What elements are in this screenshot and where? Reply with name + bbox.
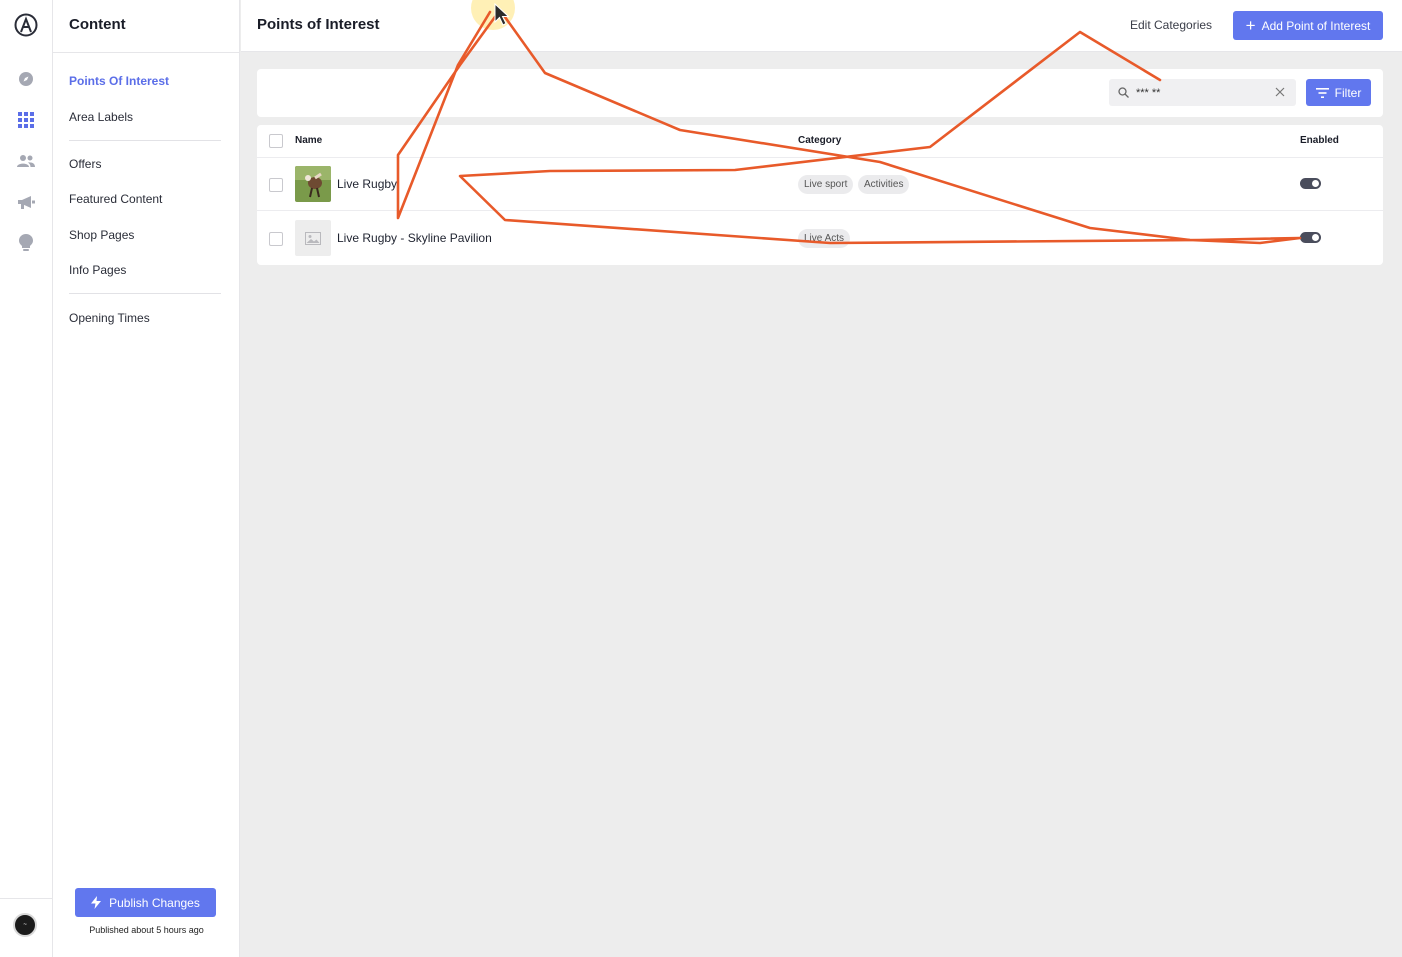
rail-divider <box>0 898 53 899</box>
plus-icon: + <box>1245 16 1256 35</box>
nav-item-info-pages[interactable]: Info Pages <box>69 263 126 277</box>
lightbulb-icon[interactable] <box>15 232 37 254</box>
megaphone-icon[interactable] <box>15 191 37 213</box>
publish-changes-button[interactable]: Publish Changes <box>75 888 216 917</box>
nav-item-points-of-interest[interactable]: Points Of Interest <box>69 74 169 88</box>
nav-item-shop-pages[interactable]: Shop Pages <box>69 228 134 242</box>
table-row[interactable]: Live Rugby Live sport Activities <box>257 158 1383 211</box>
avatar[interactable]: ~ <box>13 913 37 937</box>
toggle-knob <box>1312 234 1319 241</box>
add-point-of-interest-label: Add Point of Interest <box>1261 18 1371 33</box>
category-chip: Live sport <box>798 175 854 194</box>
enabled-toggle[interactable] <box>1300 178 1321 189</box>
table-row[interactable]: Live Rugby - Skyline Pavilion Live Acts <box>257 212 1383 265</box>
filter-button[interactable]: Filter <box>1306 79 1371 106</box>
content-nav-panel: Content Points Of Interest Area Labels O… <box>53 0 240 957</box>
nav-item-area-labels[interactable]: Area Labels <box>69 110 133 124</box>
category-chip: Live Acts <box>798 229 851 248</box>
compass-icon[interactable] <box>15 68 37 90</box>
search-toolbar: Filter <box>257 69 1383 117</box>
column-header-name[interactable]: Name <box>295 135 322 146</box>
nav-item-offers[interactable]: Offers <box>69 157 101 171</box>
placeholder-image-icon <box>295 220 331 256</box>
search-input[interactable] <box>1136 84 1266 101</box>
lightning-icon <box>91 896 102 909</box>
icon-rail: ~ <box>0 0 53 957</box>
page-header: Points of Interest Edit Categories + Add… <box>241 0 1402 52</box>
row-checkbox[interactable] <box>269 178 283 192</box>
panel-title: Content <box>69 16 126 33</box>
page-title: Points of Interest <box>257 16 380 33</box>
nav-divider <box>69 293 221 294</box>
search-box <box>1109 79 1296 106</box>
nav-item-opening-times[interactable]: Opening Times <box>69 311 150 325</box>
row-thumbnail <box>295 166 331 202</box>
grid-icon[interactable] <box>15 109 37 131</box>
filter-icon <box>1315 87 1329 98</box>
filter-label: Filter <box>1334 85 1362 100</box>
row-name[interactable]: Live Rugby <box>337 177 397 191</box>
publish-changes-label: Publish Changes <box>109 895 200 910</box>
published-status: Published about 5 hours ago <box>89 925 204 935</box>
toggle-knob <box>1312 180 1319 187</box>
column-header-category[interactable]: Category <box>798 135 841 146</box>
clear-search-icon[interactable] <box>1274 86 1286 98</box>
row-name[interactable]: Live Rugby - Skyline Pavilion <box>337 231 492 245</box>
row-checkbox[interactable] <box>269 232 283 246</box>
add-point-of-interest-button[interactable]: + Add Point of Interest <box>1233 11 1383 40</box>
nav-item-featured-content[interactable]: Featured Content <box>69 192 162 206</box>
search-icon <box>1118 87 1129 98</box>
nav-divider <box>69 140 221 141</box>
edit-categories-link[interactable]: Edit Categories <box>1130 18 1212 32</box>
table-header: Name Category Enabled <box>257 125 1383 158</box>
column-header-enabled[interactable]: Enabled <box>1300 135 1339 146</box>
points-of-interest-table: Name Category Enabled Live Rugby Live sp… <box>257 125 1383 265</box>
select-all-checkbox[interactable] <box>269 134 283 148</box>
category-chip: Activities <box>858 175 910 194</box>
panel-divider <box>53 52 240 53</box>
enabled-toggle[interactable] <box>1300 232 1321 243</box>
logo-icon[interactable] <box>13 12 39 38</box>
users-icon[interactable] <box>15 150 37 172</box>
